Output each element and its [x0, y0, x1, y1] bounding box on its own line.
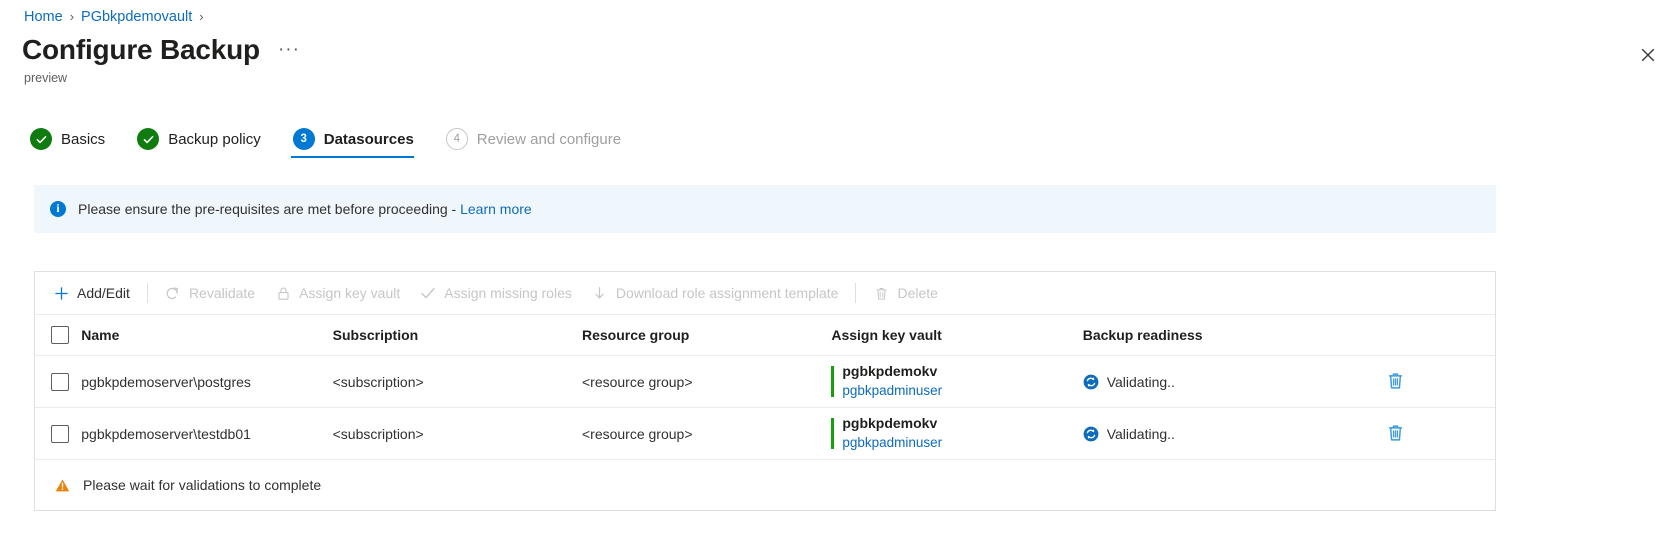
cell-resource-group: <resource group>: [581, 407, 832, 460]
add-edit-button[interactable]: Add/Edit: [43, 277, 140, 309]
info-banner-message: Please ensure the pre-requisites are met…: [78, 201, 461, 217]
cell-backup-readiness: Validating..: [1082, 355, 1385, 408]
breadcrumb-item-vault[interactable]: PGbkpdemovault: [81, 7, 192, 27]
breadcrumb: Home › PGbkpdemovault ›: [24, 7, 204, 27]
wizard-steps: Basics Backup policy 3 Datasources 4 Rev…: [28, 124, 637, 158]
cell-subscription: <subscription>: [332, 355, 582, 408]
row-select-cell: [35, 355, 82, 408]
cell-subscription: <subscription>: [332, 407, 582, 460]
cell-resource-group: <resource group>: [581, 355, 832, 408]
revalidate-label: Revalidate: [188, 285, 256, 301]
assign-missing-roles-button[interactable]: Assign missing roles: [410, 277, 582, 309]
more-options-button[interactable]: ···: [278, 40, 300, 59]
wizard-step-backup-policy[interactable]: Backup policy: [135, 124, 277, 158]
sync-icon: [1083, 426, 1099, 442]
table-row[interactable]: pgbkpdemoserver\testdb01 <subscription> …: [35, 407, 1495, 460]
row-checkbox[interactable]: [51, 424, 69, 443]
column-header-backup-readiness[interactable]: Backup readiness: [1082, 315, 1385, 356]
datasources-panel: Add/Edit Revalidate Assign key vault Ass…: [34, 271, 1496, 511]
page-subtitle: preview: [24, 71, 68, 85]
validation-warning-text: Please wait for validations to complete: [83, 477, 322, 493]
refresh-icon: [165, 285, 181, 301]
key-vault-block: pgbkpdemokv pgbkpadminuser: [831, 362, 1082, 400]
info-banner-text: Please ensure the pre-requisites are met…: [78, 199, 532, 219]
learn-more-link[interactable]: Learn more: [460, 201, 532, 217]
key-vault-user-link[interactable]: pgbkpadminuser: [842, 434, 1082, 452]
delete-button[interactable]: Delete: [863, 277, 947, 309]
key-vault-name: pgbkpdemokv: [842, 363, 938, 380]
download-icon: [592, 285, 608, 301]
toolbar-divider: [855, 283, 857, 303]
toolbar-divider: [146, 283, 148, 303]
download-role-assignment-template-label: Download role assignment template: [615, 285, 839, 301]
column-header-resource-group[interactable]: Resource group: [581, 315, 832, 356]
wizard-step-label: Review and configure: [476, 130, 622, 148]
key-vault-block: pgbkpdemokv pgbkpadminuser: [831, 414, 1082, 452]
readiness-label: Validating..: [1106, 425, 1175, 442]
add-edit-label: Add/Edit: [77, 285, 130, 301]
sync-icon: [1083, 374, 1099, 390]
wizard-step-label: Backup policy: [168, 130, 261, 148]
wizard-step-datasources[interactable]: 3 Datasources: [290, 124, 430, 158]
trash-icon: [1388, 373, 1402, 389]
wizard-step-label: Basics: [61, 130, 106, 148]
column-header-actions: [1384, 315, 1495, 356]
check-icon: [420, 285, 436, 301]
chevron-right-icon: ›: [69, 9, 75, 24]
delete-row-button[interactable]: [1384, 370, 1406, 392]
cell-assign-key-vault: pgbkpdemokv pgbkpadminuser: [831, 355, 1083, 408]
readiness-status: Validating..: [1083, 426, 1385, 442]
delete-row-button[interactable]: [1384, 422, 1406, 444]
cell-backup-readiness: Validating..: [1082, 407, 1385, 460]
assign-key-vault-button[interactable]: Assign key vault: [265, 277, 410, 309]
table-header-row: Name Subscription Resource group Assign …: [35, 315, 1495, 356]
info-icon: i: [50, 201, 66, 217]
download-role-assignment-template-button[interactable]: Download role assignment template: [582, 277, 849, 309]
wizard-step-review-and-configure[interactable]: 4 Review and configure: [444, 124, 637, 158]
select-all-header: [35, 315, 82, 356]
wizard-step-basics[interactable]: Basics: [28, 124, 121, 158]
chevron-right-icon: ›: [199, 9, 204, 24]
key-vault-user-link[interactable]: pgbkpadminuser: [842, 382, 1082, 400]
cell-datasource-name: pgbkpdemoserver\postgres: [81, 355, 333, 408]
breadcrumb-item-home[interactable]: Home: [24, 7, 63, 27]
trash-icon: [873, 285, 889, 301]
row-select-cell: [35, 407, 82, 460]
readiness-label: Validating..: [1106, 373, 1175, 390]
revalidate-button[interactable]: Revalidate: [155, 277, 265, 309]
select-all-checkbox[interactable]: [51, 326, 69, 344]
step-number-badge: 3: [292, 128, 315, 150]
close-button[interactable]: [1635, 42, 1661, 68]
row-checkbox[interactable]: [51, 372, 69, 391]
close-icon: [1641, 48, 1655, 62]
warning-icon: [55, 478, 70, 493]
plus-icon: [53, 285, 69, 301]
table-row[interactable]: pgbkpdemoserver\postgres <subscription> …: [35, 355, 1495, 408]
validation-warning: Please wait for validations to complete: [35, 460, 1495, 510]
page-title: Configure Backup: [22, 34, 260, 65]
check-circle-icon: [30, 128, 52, 150]
step-number-badge: 4: [445, 128, 468, 150]
wizard-step-label: Datasources: [323, 130, 414, 148]
column-header-name[interactable]: Name: [81, 315, 333, 356]
key-vault-name: pgbkpdemokv: [842, 415, 938, 432]
column-header-assign-key-vault[interactable]: Assign key vault: [831, 315, 1083, 356]
prerequisites-info-banner: i Please ensure the pre-requisites are m…: [34, 185, 1496, 233]
cell-row-actions: [1384, 355, 1495, 408]
lock-icon: [275, 285, 291, 301]
check-circle-icon: [137, 128, 160, 150]
assign-missing-roles-label: Assign missing roles: [444, 285, 572, 301]
assign-key-vault-label: Assign key vault: [299, 285, 401, 301]
trash-icon: [1388, 425, 1402, 441]
cell-assign-key-vault: pgbkpdemokv pgbkpadminuser: [831, 407, 1083, 460]
readiness-status: Validating..: [1083, 374, 1385, 390]
page-title-row: Configure Backup ···: [22, 32, 300, 68]
column-header-subscription[interactable]: Subscription: [332, 315, 582, 356]
cell-datasource-name: pgbkpdemoserver\testdb01: [81, 407, 333, 460]
cell-row-actions: [1384, 407, 1495, 460]
delete-label: Delete: [897, 285, 938, 301]
datasources-toolbar: Add/Edit Revalidate Assign key vault Ass…: [35, 272, 1495, 315]
datasources-table: Name Subscription Resource group Assign …: [35, 315, 1495, 460]
